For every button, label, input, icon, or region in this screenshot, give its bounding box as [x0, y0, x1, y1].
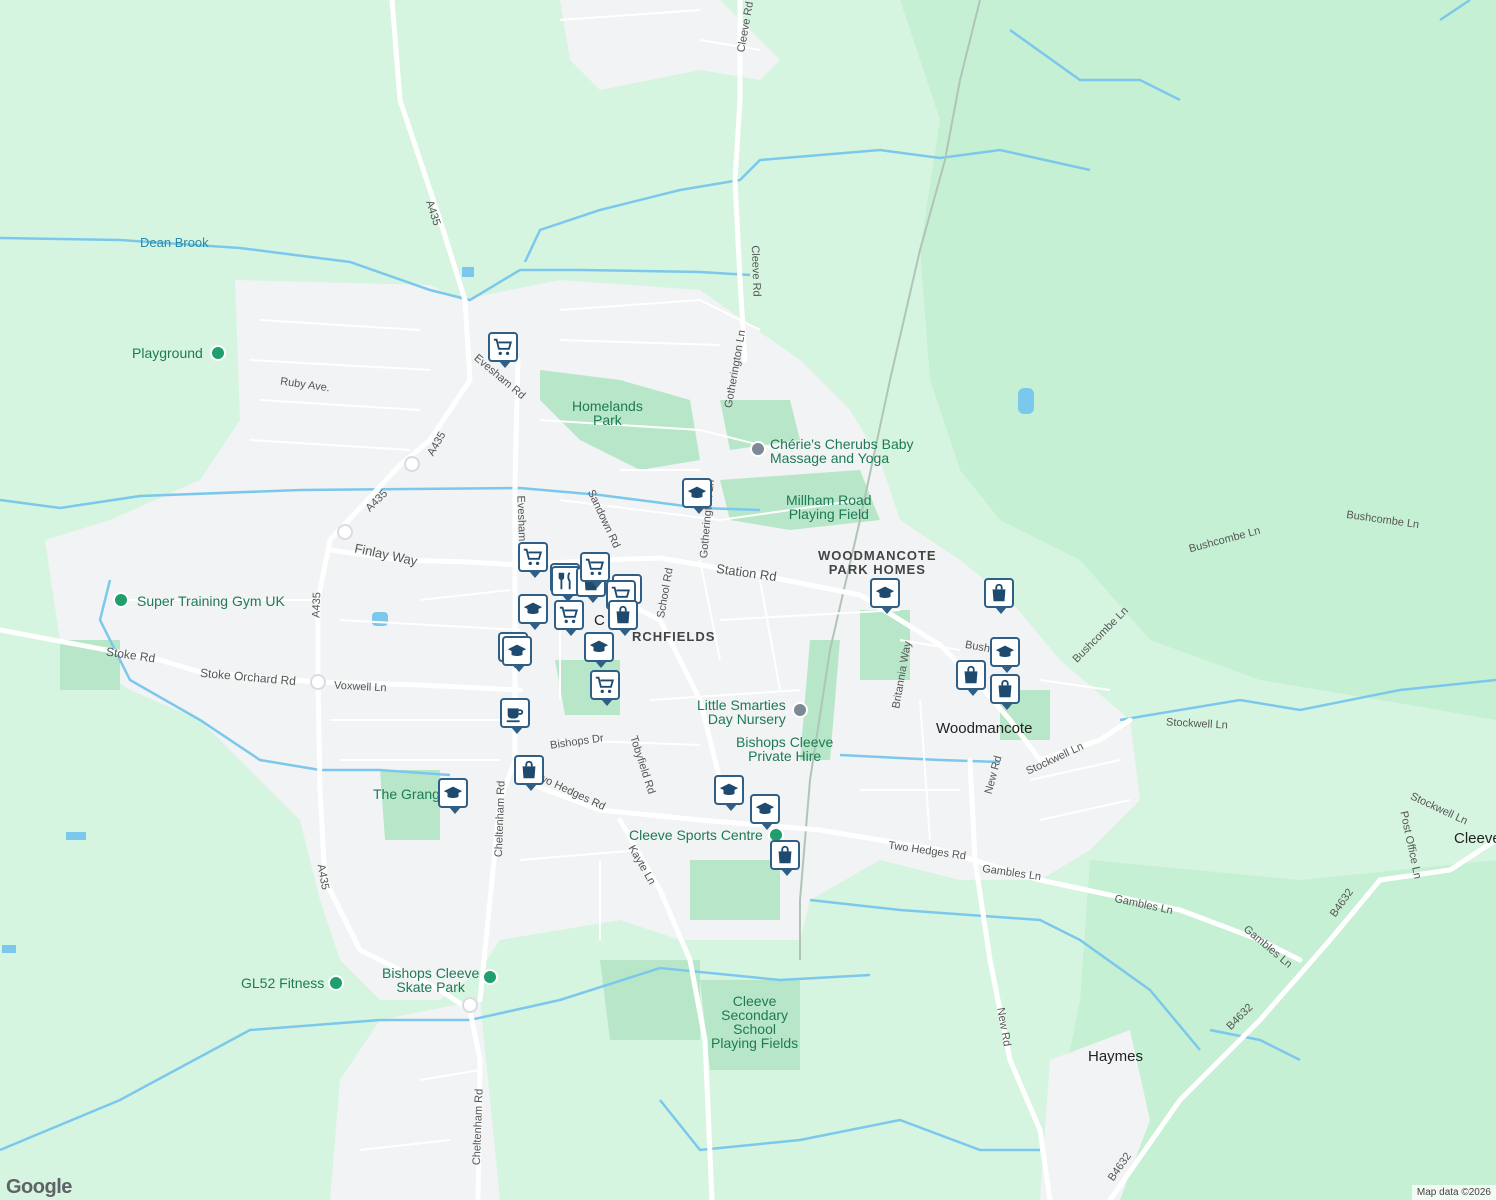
road-label: Cleeve Rd	[748, 245, 763, 297]
the-grange-label: The Grang	[373, 786, 440, 802]
shopping-cart-icon[interactable]	[518, 542, 548, 578]
gl52-fitness-label[interactable]: GL52 Fitness	[241, 976, 324, 990]
shopping-bag-icon[interactable]	[514, 755, 544, 791]
cleeve-school-playing-fields-label: Cleeve Secondary School Playing Fields	[711, 993, 799, 1051]
graduation-cap-icon[interactable]	[990, 637, 1020, 673]
woodmancote-label: Woodmancote	[936, 720, 1033, 737]
cheries-cherubs-label[interactable]: Chérie's Cherubs Baby Massage and Yoga	[770, 437, 914, 465]
cleeve-sports-centre-label[interactable]: Cleeve Sports Centre	[629, 828, 763, 842]
cleeve-label: Cleeve	[1454, 830, 1496, 847]
shopping-cart-icon[interactable]	[580, 552, 610, 588]
graduation-cap-icon[interactable]	[682, 478, 712, 514]
shopping-cart-icon[interactable]	[590, 670, 620, 706]
park-pin-icon[interactable]	[482, 969, 498, 985]
bishops-cleeve-private-hire-label[interactable]: Bishops Cleeve Private Hire	[736, 735, 833, 763]
little-smarties-label[interactable]: Little Smarties Day Nursery	[697, 698, 786, 726]
churchfields-label: RCHFIELDS	[632, 629, 716, 644]
playground-label[interactable]: Playground	[132, 346, 203, 360]
graduation-cap-icon[interactable]	[750, 794, 780, 830]
shopping-cart-icon[interactable]	[554, 600, 584, 636]
gym-pin-icon[interactable]	[328, 975, 344, 991]
dean-brook-label: Dean Brook	[140, 235, 209, 250]
school-pin-icon[interactable]	[792, 702, 808, 718]
graduation-cap-icon[interactable]	[502, 636, 532, 672]
school-pin-icon[interactable]	[750, 441, 766, 457]
google-logo: Google	[6, 1176, 72, 1198]
shopping-bag-icon[interactable]	[608, 600, 638, 636]
bishops-cleeve-partial-label: C	[594, 612, 605, 629]
bishops-cleeve-skate-park-label[interactable]: Bishops Cleeve Skate Park	[382, 966, 479, 994]
road-label: A435	[310, 591, 324, 619]
super-training-gym-label[interactable]: Super Training Gym UK	[137, 594, 285, 608]
graduation-cap-icon[interactable]	[584, 632, 614, 668]
road-label: Cheltenham Rd	[492, 780, 508, 858]
graduation-cap-icon[interactable]	[870, 578, 900, 614]
graduation-cap-icon[interactable]	[714, 775, 744, 811]
map-attribution[interactable]: Map data ©2026	[1411, 1185, 1496, 1200]
millham-road-playing-field-label: Millham Road Playing Field	[786, 492, 872, 522]
road-label: Cheltenham Rd	[470, 1088, 486, 1166]
woodmancote-park-homes-label: WOODMANCOTE PARK HOMES	[818, 548, 937, 577]
cafe-icon[interactable]	[500, 698, 530, 734]
shopping-cart-icon[interactable]	[488, 332, 518, 368]
road-label: Voxwell Ln	[333, 679, 387, 695]
homelands-park-label: Homelands Park	[572, 398, 643, 428]
shopping-bag-icon[interactable]	[984, 578, 1014, 614]
park-pin-icon[interactable]	[210, 345, 226, 361]
shopping-bag-icon[interactable]	[956, 660, 986, 696]
shopping-bag-icon[interactable]	[770, 840, 800, 876]
graduation-cap-icon[interactable]	[438, 778, 468, 814]
graduation-cap-icon[interactable]	[518, 594, 548, 630]
gym-pin-icon[interactable]	[113, 592, 129, 608]
haymes-label: Haymes	[1088, 1048, 1144, 1065]
shopping-bag-icon[interactable]	[990, 674, 1020, 710]
